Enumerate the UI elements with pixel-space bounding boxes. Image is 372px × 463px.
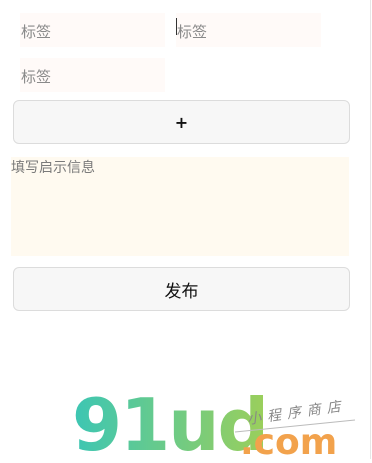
watermark-domain: .com xyxy=(240,422,337,459)
tag-input-1[interactable] xyxy=(20,13,165,47)
right-edge-divider xyxy=(370,0,371,459)
text-cursor xyxy=(176,18,177,35)
publish-button[interactable]: 发布 xyxy=(13,267,350,311)
tag-input-3[interactable] xyxy=(20,58,165,92)
notice-textarea[interactable] xyxy=(11,157,349,256)
watermark-logo-text: 91ud xyxy=(72,383,267,459)
watermark-logo: 91ud .com 小程序商店 xyxy=(70,380,360,463)
add-tag-button[interactable]: + xyxy=(13,100,350,144)
tag-input-2[interactable] xyxy=(176,13,321,47)
